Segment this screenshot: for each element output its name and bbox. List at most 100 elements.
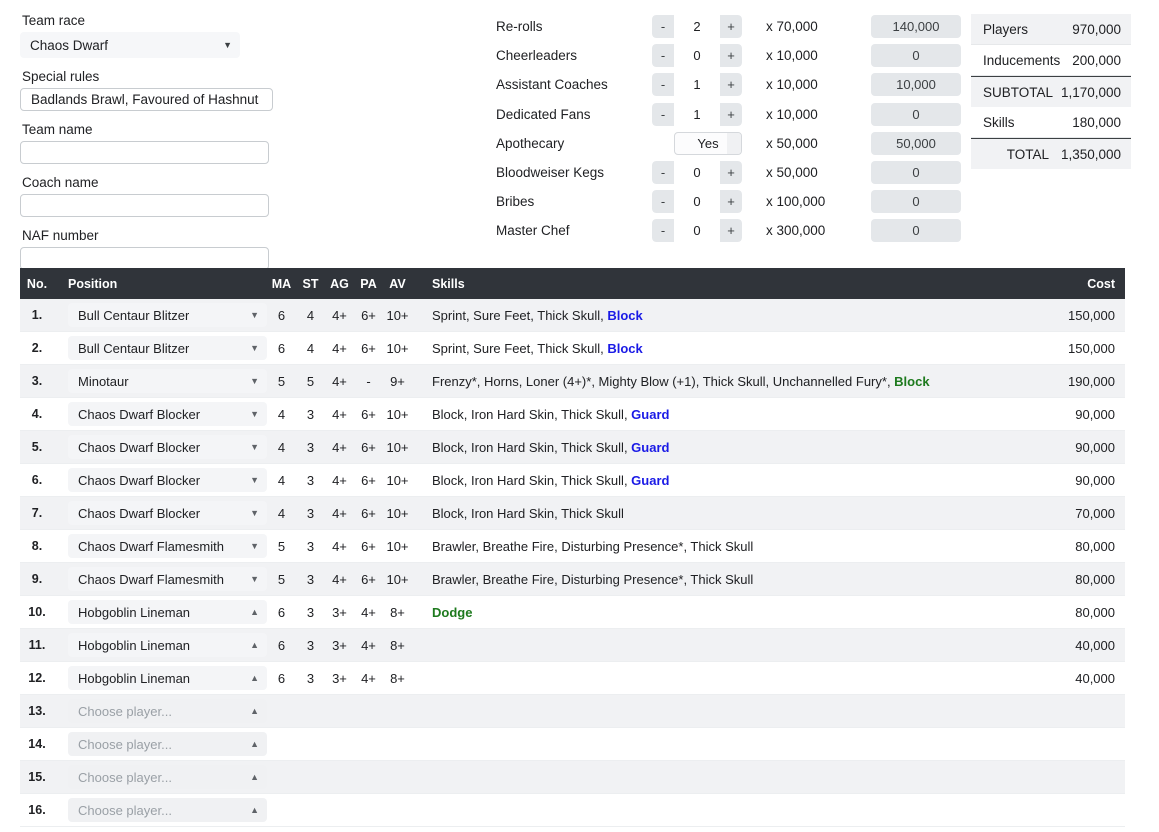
position-select[interactable]: Hobgoblin Lineman ▲	[68, 600, 267, 624]
position-select[interactable]: Choose player... ▲	[68, 699, 267, 723]
team-name-input[interactable]	[20, 141, 269, 164]
inducement-stepper[interactable]: -0 +	[652, 219, 742, 243]
table-row: 1. Bull Centaur Blitzer ▼ 6 4 4+ 6+ 10+ Sprint, …	[20, 299, 1125, 332]
apothecary-toggle-select[interactable]: Yes	[674, 131, 742, 155]
stat-ma: 5	[277, 571, 286, 587]
totals-value: 1,170,000	[1060, 84, 1121, 100]
chevron-up-icon: ▲	[250, 606, 259, 617]
player-cost: 90,000	[1075, 472, 1115, 488]
inducement-row: Cheerleaders -0 + x 10,000 0	[496, 41, 961, 70]
table-row: 2. Bull Centaur Blitzer ▼ 6 4 4+ 6+ 10+ Sprint, …	[20, 332, 1125, 365]
table-row: 13. Choose player... ▲	[20, 695, 1125, 728]
inducement-count-input[interactable]: 1	[674, 73, 720, 97]
table-row: 5. Chaos Dwarf Blocker ▼ 4 3 4+ 6+ 10+ Block, Ir…	[20, 431, 1125, 464]
header-av: AV	[389, 276, 406, 291]
position-select[interactable]: Hobgoblin Lineman ▲	[68, 633, 267, 657]
stat-pa: 6+	[361, 472, 376, 488]
position-select[interactable]: Choose player... ▲	[68, 765, 267, 789]
player-cost: 150,000	[1068, 340, 1115, 356]
inducement-count-input[interactable]: 0	[674, 44, 720, 68]
decrement-button[interactable]: -	[652, 73, 674, 97]
coach-name-input[interactable]	[20, 194, 269, 217]
position-select[interactable]: Chaos Dwarf Flamesmith ▼	[68, 534, 267, 558]
stat-av: 10+	[386, 340, 409, 356]
totals-value: 200,000	[1072, 52, 1121, 68]
stat-ag: 3+	[332, 637, 347, 653]
increment-button[interactable]: +	[720, 15, 742, 39]
position-value: Minotaur	[78, 373, 129, 389]
stat-av: 10+	[386, 439, 409, 455]
chevron-down-icon: ▼	[250, 309, 259, 320]
inducement-stepper[interactable]: -0 +	[652, 44, 742, 68]
decrement-button[interactable]: -	[652, 161, 674, 185]
decrement-button[interactable]: -	[652, 190, 674, 214]
inducement-label: Cheerleaders	[496, 48, 578, 64]
stat-av: 10+	[386, 307, 409, 323]
position-select[interactable]: Hobgoblin Lineman ▲	[68, 666, 267, 690]
decrement-button[interactable]: -	[652, 44, 674, 68]
inducement-count-input[interactable]: 0	[674, 219, 720, 243]
table-row: 14. Choose player... ▲	[20, 728, 1125, 761]
position-select[interactable]: Chaos Dwarf Flamesmith ▼	[68, 567, 267, 591]
increment-button[interactable]: +	[720, 44, 742, 68]
position-select[interactable]: Chaos Dwarf Blocker ▼	[68, 468, 267, 492]
roster-header-row: No. Position MA ST AG PA AV Skills Cost	[20, 268, 1125, 299]
position-select[interactable]: Minotaur ▼	[68, 369, 267, 393]
inducement-count-input[interactable]: 2	[674, 15, 720, 39]
stat-pa: 4+	[361, 637, 376, 653]
position-select[interactable]: Chaos Dwarf Blocker ▼	[68, 402, 267, 426]
stat-ag: 4+	[332, 571, 347, 587]
stat-ag: 3+	[332, 670, 347, 686]
increment-button[interactable]: +	[720, 73, 742, 97]
row-number: 6.	[31, 473, 43, 487]
inducement-stepper[interactable]: -2 +	[652, 15, 742, 39]
stat-st: 3	[306, 505, 315, 521]
stat-st: 3	[306, 538, 315, 554]
skill-highlight: Guard	[631, 406, 670, 422]
stat-ma: 6	[277, 670, 286, 686]
increment-button[interactable]: +	[720, 190, 742, 214]
skills-cell: Block, Iron Hard Skin, Thick Skull, Guar…	[422, 407, 1033, 422]
decrement-button[interactable]: -	[652, 102, 674, 126]
position-select[interactable]: Chaos Dwarf Blocker ▼	[68, 435, 267, 459]
skills-text: Brawler, Breathe Fire, Disturbing Presen…	[432, 571, 754, 587]
inducement-count-input[interactable]: 0	[674, 161, 720, 185]
increment-button[interactable]: +	[720, 102, 742, 126]
decrement-button[interactable]: -	[652, 219, 674, 243]
naf-number-input[interactable]	[20, 247, 269, 270]
increment-button[interactable]: +	[720, 161, 742, 185]
inducement-label: Dedicated Fans	[496, 106, 591, 122]
stat-pa: 6+	[361, 538, 376, 554]
inducement-stepper[interactable]: -1 +	[652, 73, 742, 97]
position-select[interactable]: Choose player... ▲	[68, 798, 267, 822]
totals-row: SUBTOTAL 1,170,000	[971, 76, 1131, 107]
row-number: 11.	[28, 638, 46, 652]
inducement-stepper[interactable]: -1 +	[652, 102, 742, 126]
increment-button[interactable]: +	[720, 219, 742, 243]
position-select[interactable]: Choose player... ▲	[68, 732, 267, 756]
decrement-button[interactable]: -	[652, 15, 674, 39]
inducement-count-input[interactable]: 1	[674, 102, 720, 126]
stat-st: 4	[306, 307, 315, 323]
team-race-select[interactable]: Chaos Dwarf ▼	[20, 32, 240, 58]
position-select[interactable]: Chaos Dwarf Blocker ▼	[68, 501, 267, 525]
stat-av: 9+	[390, 373, 405, 389]
inducement-count-input[interactable]: 0	[674, 190, 720, 214]
special-rules-input[interactable]	[20, 88, 273, 111]
inducement-stepper[interactable]: -0 +	[652, 190, 742, 214]
stat-st: 3	[306, 571, 315, 587]
inducement-unit-cost: x 70,000	[766, 19, 818, 35]
inducement-line-total: 0	[871, 219, 961, 243]
coach-name-label: Coach name	[22, 175, 99, 190]
header-pa: PA	[360, 276, 377, 291]
inducement-unit-cost: x 50,000	[766, 135, 818, 151]
position-cell: Choose player... ▲	[54, 732, 267, 756]
stat-ma: 4	[277, 472, 286, 488]
position-select[interactable]: Bull Centaur Blitzer ▼	[68, 336, 267, 360]
chevron-down-icon: ▼	[250, 408, 259, 419]
inducement-stepper[interactable]: -0 +	[652, 161, 742, 185]
stat-st: 4	[306, 340, 315, 356]
position-select[interactable]: Bull Centaur Blitzer ▼	[68, 303, 267, 327]
stat-pa: 6+	[361, 571, 376, 587]
inducement-unit-cost: x 300,000	[766, 223, 826, 239]
